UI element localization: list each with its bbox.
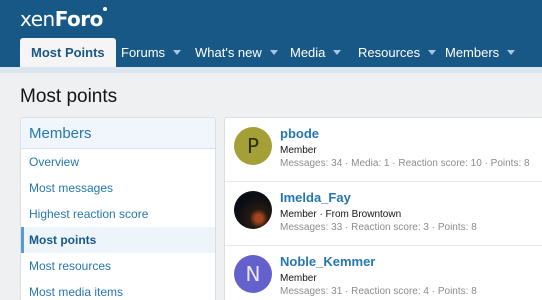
- member-title: Member · From Browntown: [280, 209, 402, 220]
- member-stats: Messages: 34 · Media: 1 · Reaction score…: [280, 158, 530, 169]
- tab-media[interactable]: Media: [290, 38, 342, 67]
- list-item: Imelda_Fay Member · From Browntown Messa…: [225, 182, 542, 246]
- logo-dot-icon: [102, 7, 107, 11]
- tab-label: What's new: [195, 45, 262, 60]
- chevron-down-icon[interactable]: [507, 50, 516, 56]
- chevron-down-icon[interactable]: [269, 50, 278, 56]
- sidebar-item-highest-reaction-score[interactable]: Highest reaction score: [21, 201, 215, 227]
- logo-text-bold: Foro: [54, 7, 104, 31]
- member-stats: Messages: 33 · Reaction score: 3 · Point…: [280, 222, 477, 233]
- tab-label: Resources: [358, 45, 421, 60]
- tab-forums[interactable]: Forums: [121, 38, 182, 67]
- member-title: Member: [280, 273, 317, 284]
- site-logo[interactable]: xenForo: [20, 7, 107, 31]
- tab-label: Forums: [121, 45, 166, 60]
- chevron-down-icon[interactable]: [333, 50, 342, 56]
- list-item: N Noble_Kemmer Member Messages: 31 · Rea…: [225, 246, 542, 300]
- sidebar-item-most-points[interactable]: Most points: [21, 227, 215, 253]
- logo-text: xen: [20, 7, 55, 31]
- sidebar-item-most-messages[interactable]: Most messages: [21, 175, 215, 201]
- members-sidebar: Members Overview Most messages Highest r…: [20, 117, 216, 300]
- avatar[interactable]: P: [234, 127, 272, 165]
- sidebar-item-most-media-items[interactable]: Most media items: [21, 279, 215, 300]
- chevron-down-icon[interactable]: [428, 50, 437, 56]
- tab-members[interactable]: Members: [445, 38, 516, 67]
- main-nav: Most Points Forums What's new Media Reso…: [0, 38, 542, 67]
- site-header: xenForo Most Points Forums What's new Me…: [0, 0, 542, 67]
- member-name-link[interactable]: Noble_Kemmer: [280, 254, 375, 269]
- tab-most-points[interactable]: Most Points: [20, 38, 116, 67]
- avatar[interactable]: [234, 191, 272, 229]
- tab-whats-new[interactable]: What's new: [195, 38, 278, 67]
- page-title: Most points: [20, 86, 118, 107]
- tab-label: Most Points: [31, 45, 105, 60]
- tab-label: Media: [290, 45, 326, 60]
- avatar[interactable]: N: [234, 255, 272, 293]
- sidebar-item-most-resources[interactable]: Most resources: [21, 253, 215, 279]
- member-name-link[interactable]: pbode: [280, 126, 319, 141]
- tab-resources[interactable]: Resources: [358, 38, 437, 67]
- member-title: Member: [280, 145, 317, 156]
- tab-label: Members: [445, 45, 500, 60]
- member-list: P pbode Member Messages: 34 · Media: 1 ·…: [224, 117, 542, 300]
- member-name-link[interactable]: Imelda_Fay: [280, 190, 351, 205]
- sidebar-title: Members: [21, 118, 215, 149]
- sidebar-item-overview[interactable]: Overview: [21, 149, 215, 175]
- chevron-down-icon[interactable]: [173, 50, 182, 56]
- member-stats: Messages: 31 · Reaction score: 4 · Point…: [280, 286, 477, 297]
- list-item: P pbode Member Messages: 34 · Media: 1 ·…: [225, 118, 542, 182]
